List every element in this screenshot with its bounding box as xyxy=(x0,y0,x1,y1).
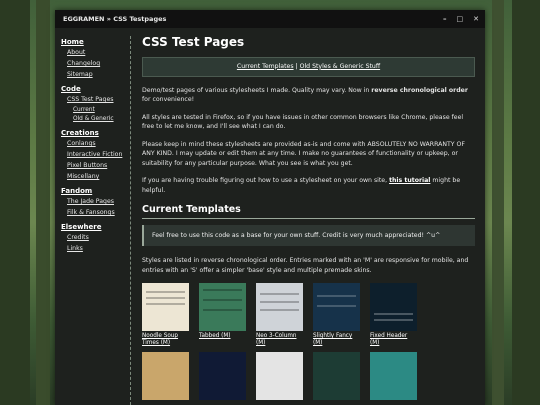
sidebar-link-pixel-buttons[interactable]: Pixel Buttons xyxy=(67,162,123,169)
sidebar-section-code[interactable]: Code xyxy=(61,85,123,93)
template-thumbnail[interactable] xyxy=(199,283,246,331)
background-tree xyxy=(512,0,540,405)
template-thumbnail[interactable] xyxy=(142,352,189,400)
template-card[interactable] xyxy=(142,352,189,402)
sidebar-link-about[interactable]: About xyxy=(67,49,123,56)
maximize-icon[interactable]: □ xyxy=(457,15,464,23)
template-thumbnail[interactable] xyxy=(313,352,360,400)
section-heading-current-templates: Current Templates xyxy=(142,205,475,219)
template-card[interactable] xyxy=(199,352,246,402)
sidebar-link-interactive-fiction[interactable]: Interactive Fiction xyxy=(67,151,123,158)
intro-text-end: for convenience! xyxy=(142,96,195,103)
background-tree xyxy=(492,0,504,405)
template-thumbnail[interactable] xyxy=(256,352,303,400)
template-thumbnail[interactable] xyxy=(370,283,417,331)
template-card[interactable]: Tabbed (M) xyxy=(199,283,246,347)
sidebar-link-miscellany[interactable]: Miscellany xyxy=(67,173,123,180)
sidebar-link-links[interactable]: Links xyxy=(67,245,123,252)
template-card[interactable]: Neo 3-Column (M) xyxy=(256,283,303,347)
template-thumbnail[interactable] xyxy=(313,283,360,331)
sidebar-link-css-test-pages[interactable]: CSS Test Pages xyxy=(67,96,123,103)
nav-link-old-styles[interactable]: Old Styles & Generic Stuff xyxy=(300,62,381,72)
main-content: CSS Test Pages Current Templates | Old S… xyxy=(142,35,475,402)
title-bar: EGGRAMEN » CSS Testpages – □ ✕ xyxy=(55,10,485,28)
nav-link-current-templates[interactable]: Current Templates xyxy=(237,62,294,72)
intro-emphasis: reverse chronological order xyxy=(371,86,468,94)
browser-window: EGGRAMEN » CSS Testpages – □ ✕ Home Abou… xyxy=(55,10,485,405)
template-card[interactable] xyxy=(313,352,360,402)
template-link[interactable]: Neo 3-Column (M) xyxy=(256,333,303,347)
template-thumbnail[interactable] xyxy=(256,283,303,331)
tutorial-link[interactable]: this tutorial xyxy=(389,177,430,184)
sidebar-link-credits[interactable]: Credits xyxy=(67,234,123,241)
warranty-note: Please keep in mind these stylesheets ar… xyxy=(142,140,465,167)
background-tree xyxy=(0,0,30,405)
sidebar-link-filk-fansongs[interactable]: Filk & Fansongs xyxy=(67,209,123,216)
template-thumbnail[interactable] xyxy=(142,283,189,331)
template-gallery: Noodle Soup Times (M) Tabbed (M) Neo 3-C… xyxy=(142,283,475,402)
tutorial-text: If you are having trouble figuring out h… xyxy=(142,177,390,184)
intro-paragraph: Demo/test pages of various stylesheets I… xyxy=(142,86,475,105)
browser-note: All styles are tested in Firefox, so if … xyxy=(142,113,464,131)
tutorial-paragraph: If you are having trouble figuring out h… xyxy=(142,176,475,195)
template-card[interactable]: Slightly Fancy (M) xyxy=(313,283,360,347)
sidebar-divider xyxy=(130,36,131,405)
minimize-icon[interactable]: – xyxy=(443,15,447,23)
background-tree xyxy=(36,0,50,405)
sidebar-link-changelog[interactable]: Changelog xyxy=(67,60,123,67)
section-nav-box: Current Templates | Old Styles & Generic… xyxy=(142,56,475,77)
sidebar-sublink-current[interactable]: Current xyxy=(73,107,123,113)
credit-callout: Feel free to use this code as a base for… xyxy=(142,224,475,246)
intro-text: Demo/test pages of various stylesheets I… xyxy=(142,86,372,94)
template-card[interactable]: Noodle Soup Times (M) xyxy=(142,283,189,347)
sidebar-link-jade-pages[interactable]: The Jade Pages xyxy=(67,198,123,205)
template-card[interactable] xyxy=(370,352,417,402)
sidebar: Home About Changelog Sitemap Code CSS Te… xyxy=(61,38,123,259)
template-link[interactable]: Slightly Fancy (M) xyxy=(313,333,360,347)
page-content: Home About Changelog Sitemap Code CSS Te… xyxy=(55,28,485,405)
sidebar-link-conlangs[interactable]: Conlangs xyxy=(67,140,123,147)
sidebar-sublink-old-generic[interactable]: Old & Generic xyxy=(73,116,123,122)
close-icon[interactable]: ✕ xyxy=(473,15,479,23)
template-link[interactable]: Noodle Soup Times (M) xyxy=(142,333,189,347)
sidebar-section-home[interactable]: Home xyxy=(61,38,123,46)
template-link[interactable]: Fixed Header (M) xyxy=(370,333,417,347)
template-link[interactable]: Tabbed (M) xyxy=(199,333,246,340)
template-card[interactable] xyxy=(256,352,303,402)
template-thumbnail[interactable] xyxy=(370,352,417,400)
sidebar-link-sitemap[interactable]: Sitemap xyxy=(67,71,123,78)
sidebar-section-creations[interactable]: Creations xyxy=(61,129,123,137)
sidebar-section-fandom[interactable]: Fandom xyxy=(61,187,123,195)
templates-description: Styles are listed in reverse chronologic… xyxy=(142,257,469,274)
template-thumbnail[interactable] xyxy=(199,352,246,400)
window-title: EGGRAMEN » CSS Testpages xyxy=(63,15,167,23)
sidebar-section-elsewhere[interactable]: Elsewhere xyxy=(61,223,123,231)
template-card[interactable]: Fixed Header (M) xyxy=(370,283,417,347)
page-title: CSS Test Pages xyxy=(142,35,245,49)
